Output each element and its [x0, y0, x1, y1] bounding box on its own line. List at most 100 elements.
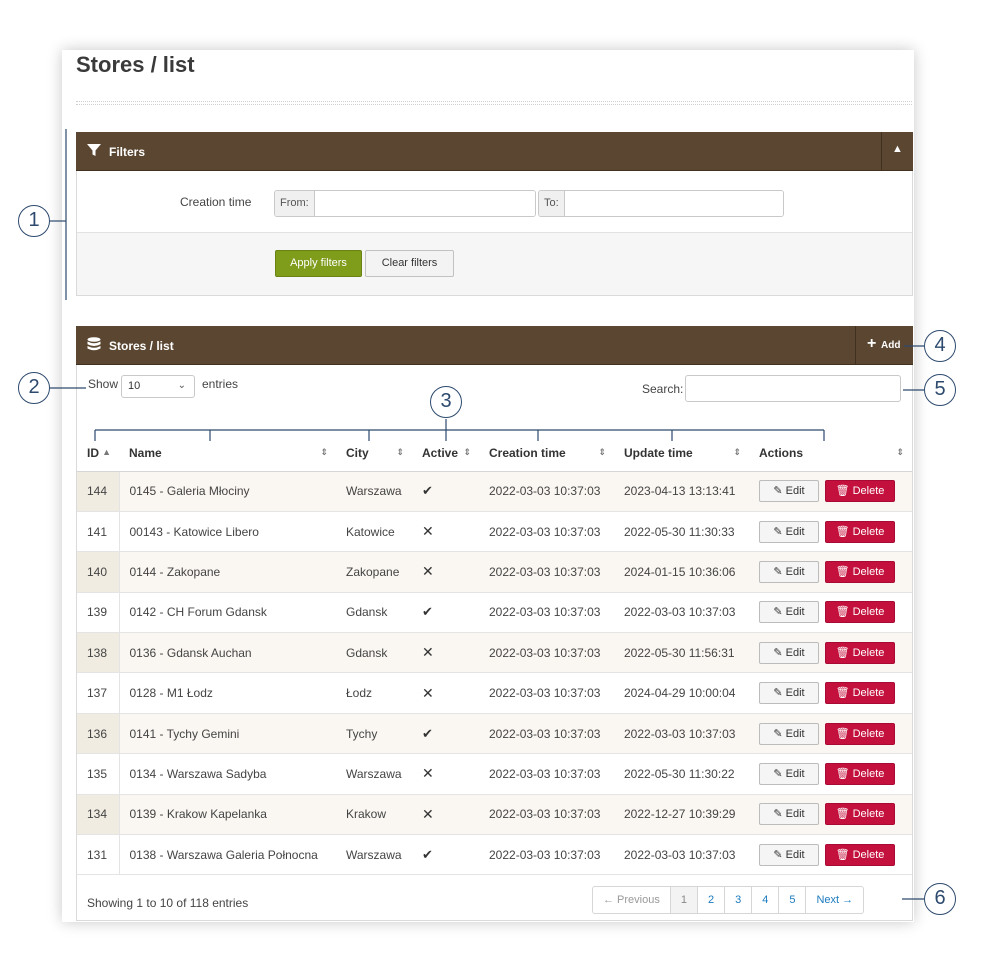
filters-title: Filters [109, 145, 146, 159]
pencil-icon: ✎ [773, 808, 783, 821]
edit-label: Edit [785, 565, 805, 578]
column-header-actions[interactable]: Actions ⇕ [749, 435, 912, 472]
edit-button[interactable]: ✎ Edit [759, 641, 819, 664]
cell-creation-time: 2022-03-03 10:37:03 [479, 834, 614, 876]
cell-creation-time: 2022-03-03 10:37:03 [479, 551, 614, 593]
column-header-update-time[interactable]: Update time ⇕ [614, 435, 749, 472]
edit-button[interactable]: ✎ Edit [759, 803, 819, 826]
edit-button[interactable]: ✎ Edit [759, 520, 819, 543]
filters-panel-header[interactable]: Filters ▲ [76, 132, 913, 171]
table-row: 135 0134 - Warszawa Sadyba Warszawa ✕ 2022-0… [77, 753, 912, 795]
edit-button[interactable]: ✎ Edit [759, 480, 819, 503]
sort-toggle-icon: ▲ [892, 143, 903, 155]
stores-panel-body: Show 10 ⌄ entries Search: ID ▲ Name ⇕ City… [76, 365, 913, 921]
cell-update-time: 2022-05-30 11:30:33 [614, 511, 749, 553]
cell-creation-time: 2022-03-03 10:37:03 [479, 592, 614, 634]
delete-button[interactable]: 🗑 Delete [825, 843, 895, 866]
table-header-row: ID ▲ Name ⇕ City ⇕ Active ⇕ Creation time ⇕ U… [77, 435, 912, 472]
cell-name: 0142 - CH Forum Gdansk [119, 592, 336, 634]
delete-button[interactable]: 🗑 Delete [825, 560, 895, 583]
filters-collapse-toggle[interactable]: ▲ [881, 132, 913, 171]
edit-button[interactable]: ✎ Edit [759, 843, 819, 866]
cross-icon: ✕ [422, 523, 434, 540]
cross-icon: ✕ [422, 765, 434, 782]
pager-next[interactable]: Next → [806, 887, 863, 913]
edit-label: Edit [785, 606, 805, 619]
pager-previous[interactable]: ← Previous [593, 887, 671, 913]
filter-row-creation-time: Creation time From: To: [77, 171, 912, 233]
cell-name: 0145 - Galeria Młociny [119, 471, 336, 512]
check-icon: ✔ [422, 483, 433, 499]
cell-actions: ✎ Edit 🗑 Delete [749, 794, 912, 836]
delete-button[interactable]: 🗑 Delete [825, 520, 895, 543]
cell-city: Krakow [336, 794, 412, 836]
cell-name: 0144 - Zakopane [119, 551, 336, 593]
page-title: Stores / list [76, 52, 195, 77]
column-header-id[interactable]: ID ▲ [77, 435, 119, 472]
column-header-creation-time[interactable]: Creation time ⇕ [479, 435, 614, 472]
sort-icon: ⇕ [463, 447, 471, 457]
trash-icon: 🗑 [835, 606, 850, 619]
cross-icon: ✕ [422, 644, 434, 661]
table-row: 134 0139 - Krakow Kapelanka Krakow ✕ 2022-03… [77, 794, 912, 836]
from-date-input[interactable] [314, 191, 535, 216]
cell-update-time: 2022-05-30 11:30:22 [614, 753, 749, 795]
edit-label: Edit [785, 485, 805, 498]
clear-filters-button[interactable]: Clear filters [365, 250, 454, 277]
cell-id: 131 [77, 834, 120, 876]
to-label: To: [539, 191, 565, 216]
delete-button[interactable]: 🗑 Delete [825, 682, 895, 705]
cell-actions: ✎ Edit 🗑 Delete [749, 713, 912, 755]
add-store-button[interactable]: + Add [855, 326, 913, 365]
delete-button[interactable]: 🗑 Delete [825, 722, 895, 745]
cell-active: ✔ [412, 471, 479, 512]
cell-actions: ✎ Edit 🗑 Delete [749, 511, 912, 553]
cell-active: ✕ [412, 753, 479, 795]
delete-button[interactable]: 🗑 Delete [825, 480, 895, 503]
column-header-active[interactable]: Active ⇕ [412, 435, 479, 472]
search-input[interactable] [685, 375, 901, 402]
showing-summary: Showing 1 to 10 of 118 entries [87, 896, 249, 910]
cell-id: 135 [77, 753, 120, 795]
table-row: 140 0144 - Zakopane Zakopane ✕ 2022-03-03 10… [77, 551, 912, 593]
cell-city: Katowice [336, 511, 412, 553]
cell-city: Zakopane [336, 551, 412, 593]
edit-button[interactable]: ✎ Edit [759, 560, 819, 583]
cell-id: 138 [77, 632, 120, 674]
apply-filters-button[interactable]: Apply filters [275, 250, 362, 277]
pager-page-1[interactable]: 1 [670, 887, 698, 913]
pager-page-3[interactable]: 3 [725, 887, 753, 913]
edit-button[interactable]: ✎ Edit [759, 722, 819, 745]
to-date-input[interactable] [564, 191, 783, 216]
cell-update-time: 2022-03-03 10:37:03 [614, 713, 749, 755]
cell-name: 00143 - Katowice Libero [119, 511, 336, 553]
page-size-select[interactable]: 10 ⌄ [121, 375, 195, 398]
cell-creation-time: 2022-03-03 10:37:03 [479, 713, 614, 755]
cell-active: ✕ [412, 794, 479, 836]
edit-button[interactable]: ✎ Edit [759, 682, 819, 705]
pencil-icon: ✎ [773, 525, 783, 538]
delete-button[interactable]: 🗑 Delete [825, 803, 895, 826]
delete-button[interactable]: 🗑 Delete [825, 601, 895, 624]
column-header-name[interactable]: Name ⇕ [119, 435, 336, 472]
callout-1: 1 [18, 205, 50, 237]
pencil-icon: ✎ [773, 606, 783, 619]
delete-label: Delete [852, 606, 885, 619]
cell-creation-time: 2022-03-03 10:37:03 [479, 794, 614, 836]
delete-button[interactable]: 🗑 Delete [825, 762, 895, 785]
trash-icon: 🗑 [835, 808, 850, 821]
stores-panel-header: Stores / list + Add [76, 326, 913, 365]
delete-button[interactable]: 🗑 Delete [825, 641, 895, 664]
title-divider [76, 101, 912, 105]
plus-icon: + [867, 335, 877, 352]
cell-active: ✔ [412, 713, 479, 755]
callout-6: 6 [924, 883, 956, 915]
edit-button[interactable]: ✎ Edit [759, 601, 819, 624]
delete-label: Delete [852, 565, 885, 578]
column-header-city[interactable]: City ⇕ [336, 435, 412, 472]
creation-time-label: Creation time [180, 195, 252, 209]
edit-button[interactable]: ✎ Edit [759, 762, 819, 785]
pager-page-5[interactable]: 5 [779, 887, 807, 913]
pager-page-2[interactable]: 2 [698, 887, 726, 913]
pager-page-4[interactable]: 4 [752, 887, 780, 913]
